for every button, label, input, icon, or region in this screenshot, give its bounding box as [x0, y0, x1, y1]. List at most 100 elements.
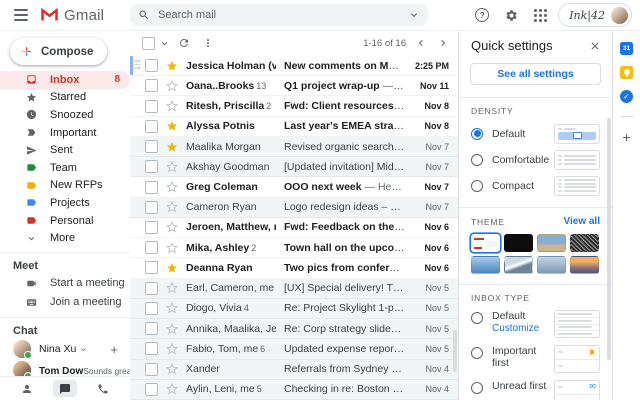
tasks-icon[interactable]: ✓ [620, 90, 633, 103]
see-all-settings-button[interactable]: See all settings [470, 63, 601, 85]
sidebar-item-snoozed[interactable]: Snoozed [0, 106, 130, 124]
view-all-themes-link[interactable]: View all [563, 216, 600, 227]
density-option-comfortable[interactable]: Comfortable [471, 149, 600, 170]
sidebar-item-more[interactable]: More [0, 229, 130, 247]
email-row[interactable]: XanderReferrals from Sydney – need input… [130, 360, 458, 380]
star-icon[interactable] [165, 323, 179, 335]
star-icon[interactable] [165, 100, 179, 112]
theme-thumbnail-ocean[interactable] [471, 256, 500, 274]
email-row[interactable]: Mika, Ashley2Town hall on the upcoming m… [130, 238, 458, 258]
add-chat-icon[interactable]: + [110, 342, 118, 357]
drag-handle-icon[interactable] [135, 60, 143, 71]
radio-button[interactable] [471, 154, 483, 166]
phone-icon[interactable] [91, 380, 115, 397]
radio-button[interactable] [471, 382, 483, 394]
density-option-default[interactable]: Default [471, 123, 600, 144]
avatar[interactable] [611, 7, 628, 24]
chat-icon[interactable] [53, 380, 77, 397]
email-row[interactable]: Maalika MorganRevised organic search num… [130, 137, 458, 157]
email-checkbox[interactable] [145, 201, 158, 214]
main-menu-icon[interactable] [8, 2, 34, 28]
email-row[interactable]: Fabio, Tom, me6Updated expense report te… [130, 339, 458, 359]
email-checkbox[interactable] [145, 302, 158, 315]
sidebar-item-starred[interactable]: Starred [0, 89, 130, 107]
close-icon[interactable] [588, 39, 602, 53]
star-icon[interactable] [165, 343, 179, 355]
star-icon[interactable] [165, 201, 179, 213]
star-icon[interactable] [165, 221, 179, 233]
theme-thumbnail-static[interactable] [570, 234, 599, 252]
theme-thumbnail-mist[interactable] [537, 256, 566, 274]
sidebar-item-sent[interactable]: Sent [0, 141, 130, 159]
theme-thumbnail-light[interactable] [471, 234, 500, 252]
calendar-icon[interactable]: 31 [620, 42, 633, 55]
sidebar-item-new-rfps[interactable]: New RFPs [0, 177, 130, 195]
star-icon[interactable] [165, 80, 179, 92]
radio-button[interactable] [471, 128, 483, 140]
meet-item-join-a-meeting[interactable]: Join a meeting [0, 293, 130, 312]
customize-link[interactable]: Customize [492, 323, 539, 334]
apps-grid-icon[interactable] [532, 7, 548, 23]
email-checkbox[interactable] [145, 140, 158, 153]
get-addons-icon[interactable]: + [622, 130, 630, 144]
density-option-compact[interactable]: Compact [471, 175, 600, 196]
star-icon[interactable] [165, 161, 179, 173]
star-icon[interactable] [165, 383, 179, 395]
chevron-down-icon[interactable] [408, 9, 420, 21]
theme-thumbnail-dark[interactable] [504, 234, 533, 252]
email-checkbox[interactable] [145, 241, 158, 254]
list-scrollbar[interactable] [453, 330, 457, 372]
email-checkbox[interactable] [145, 221, 158, 234]
star-icon[interactable] [165, 302, 179, 314]
email-row[interactable]: Cameron RyanLogo redesign ideas – Excell… [130, 198, 458, 218]
email-checkbox[interactable] [145, 282, 158, 295]
email-row[interactable]: Alyssa PotnisLast year's EMEA strategy d… [130, 117, 458, 137]
sidebar-item-inbox[interactable]: Inbox8 [0, 71, 130, 89]
sidebar-item-team[interactable]: Team [0, 159, 130, 177]
search-icon[interactable] [138, 9, 150, 21]
radio-button[interactable] [471, 312, 483, 324]
email-row[interactable]: Deanna RyanTwo pics from conference — Lo… [130, 258, 458, 278]
email-checkbox[interactable] [145, 160, 158, 173]
chevron-down-icon[interactable] [79, 345, 88, 354]
prev-page-icon[interactable] [414, 33, 428, 53]
sidebar-item-important[interactable]: Important [0, 124, 130, 142]
refresh-icon[interactable] [174, 33, 194, 53]
email-row[interactable]: Akshay Goodman[Updated invitation] Midwe… [130, 157, 458, 177]
star-icon[interactable] [165, 141, 179, 153]
email-row[interactable]: Jeroen, Matthew, me3Fwd: Feedback on the… [130, 218, 458, 238]
star-icon[interactable] [165, 181, 179, 193]
email-checkbox[interactable] [145, 100, 158, 113]
star-icon[interactable] [165, 120, 179, 132]
email-checkbox[interactable] [145, 59, 158, 72]
sidebar-item-personal[interactable]: Personal [0, 212, 130, 230]
theme-thumbnail-sunset[interactable] [570, 256, 599, 274]
email-row[interactable]: Oana..Brooks13Q1 project wrap-up — Here'… [130, 76, 458, 96]
next-page-icon[interactable] [436, 33, 450, 53]
email-checkbox[interactable] [145, 261, 158, 274]
select-all-checkbox[interactable] [142, 37, 155, 50]
radio-button[interactable] [471, 180, 483, 192]
inbox-type-option-important-first[interactable]: Important first [471, 345, 600, 373]
email-row[interactable]: Diogo, Vivia4Re: Project Skylight 1-page… [130, 299, 458, 319]
more-options-icon[interactable] [198, 33, 218, 53]
chevron-down-icon[interactable] [159, 38, 170, 49]
keep-icon[interactable] [620, 66, 633, 79]
email-checkbox[interactable] [145, 383, 158, 396]
email-row[interactable]: Jessica Holman (via Goog.New comments on… [130, 56, 458, 76]
email-row[interactable]: Greg ColemanOOO next week — Hey, just wa… [130, 177, 458, 197]
star-icon[interactable] [165, 282, 179, 294]
search-input[interactable] [156, 8, 402, 22]
search-bar[interactable] [130, 4, 428, 26]
email-checkbox[interactable] [145, 120, 158, 133]
help-icon[interactable]: ? [474, 7, 490, 23]
settings-gear-icon[interactable] [503, 7, 519, 23]
email-checkbox[interactable] [145, 342, 158, 355]
theme-thumbnail-beach[interactable] [537, 234, 566, 252]
account-pill[interactable]: Ink|42 [558, 3, 632, 27]
inbox-type-option-unread-first[interactable]: Unread first✉ [471, 380, 600, 400]
email-checkbox[interactable] [145, 79, 158, 92]
radio-button[interactable] [471, 347, 483, 359]
sidebar-item-projects[interactable]: Projects [0, 194, 130, 212]
meet-item-start-a-meeting[interactable]: Start a meeting [0, 274, 130, 293]
